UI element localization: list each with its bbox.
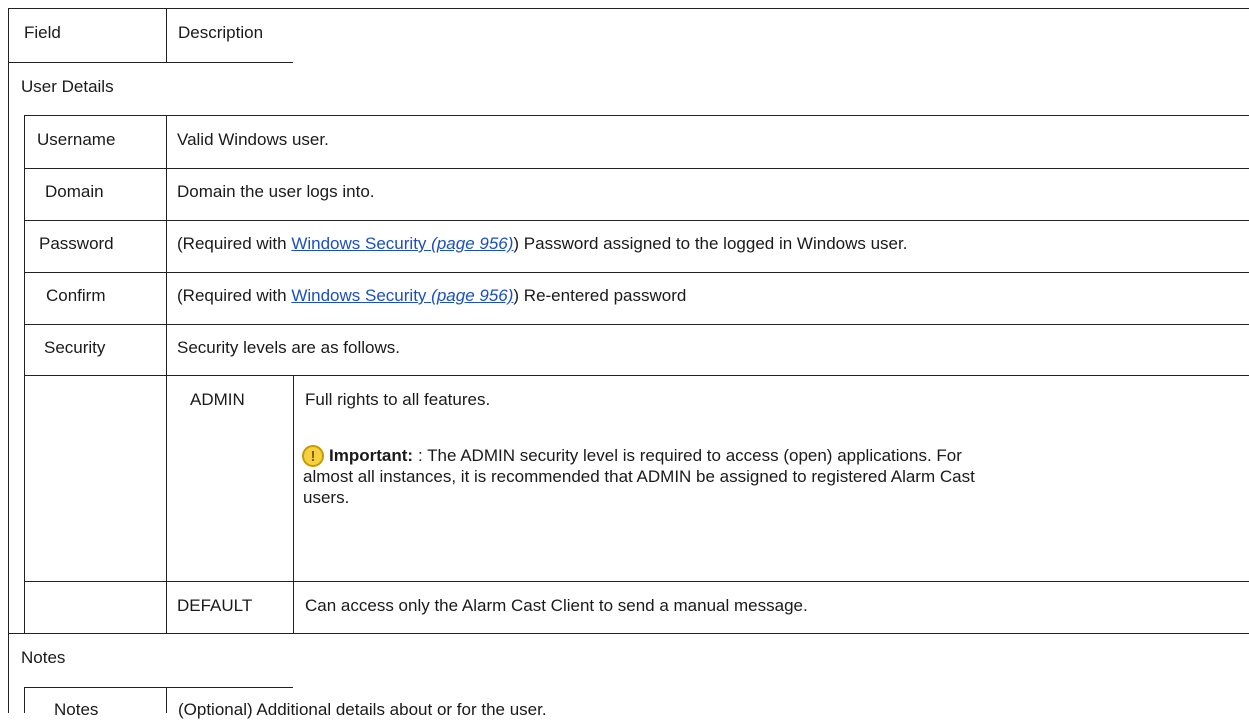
- header-bottom-border: [8, 62, 293, 63]
- row-password-field: Password: [39, 234, 114, 253]
- exclamation-warning-icon: !: [302, 445, 324, 467]
- field-column-divider: [166, 115, 167, 634]
- row-security-field: Security: [44, 338, 106, 357]
- row-admin-level: ADMIN: [190, 390, 245, 409]
- header-column-divider: [166, 8, 167, 63]
- important-label: Important:: [329, 446, 414, 465]
- header-description: Description: [178, 23, 264, 42]
- row-username-field: Username: [37, 130, 116, 149]
- row-username-bottom-border: [24, 168, 1249, 169]
- row-domain-description: Domain the user logs into.: [177, 182, 375, 201]
- important-note-line-2: almost all instances, it is recommended …: [303, 467, 975, 486]
- row-confirm-description: (Required with Windows Security (page 95…: [177, 286, 686, 306]
- row-confirm-field: Confirm: [46, 286, 106, 305]
- section-notes-bottom-border: [24, 687, 293, 688]
- section-notes: Notes: [21, 648, 66, 667]
- windows-security-link-2[interactable]: Windows Security (page 956): [291, 286, 513, 305]
- row-admin-description: Full rights to all features.: [305, 390, 491, 409]
- row-security-bottom-border: [24, 375, 1249, 376]
- row-password-prefix: (Required with: [177, 234, 292, 253]
- indent-left-border: [24, 115, 25, 634]
- row-security-description: Security levels are as follows.: [177, 338, 400, 357]
- row-confirm-suffix: ) Re-entered password: [513, 286, 687, 305]
- row-admin-bottom-border: [24, 581, 1249, 582]
- important-note-line-3: users.: [303, 488, 350, 507]
- section-user-details: User Details: [21, 77, 114, 96]
- row-password-suffix: ) Password assigned to the logged in Win…: [513, 234, 908, 253]
- row-password-description: (Required with Windows Security (page 95…: [177, 234, 907, 254]
- row-default-description: Can access only the Alarm Cast Client to…: [305, 596, 808, 615]
- row-notes-field: Notes: [54, 700, 99, 719]
- table-left-border: [8, 8, 9, 713]
- row-confirm-prefix: (Required with: [177, 286, 292, 305]
- admin-note-inner-divider: [293, 375, 294, 582]
- section-user-details-bottom-border: [24, 115, 1249, 116]
- row-confirm-bottom-border: [24, 324, 1249, 325]
- row-password-bottom-border: [24, 272, 1249, 273]
- notes-field-column-divider: [166, 687, 167, 713]
- row-notes-description: (Optional) Additional details about or f…: [178, 700, 547, 719]
- table-top-border: [8, 8, 1249, 9]
- windows-security-link[interactable]: Windows Security (page 956): [291, 234, 513, 253]
- important-note-line-1: : The ADMIN security level is required t…: [418, 446, 962, 465]
- row-username-description: Valid Windows user.: [177, 130, 329, 149]
- row-default-level: DEFAULT: [177, 596, 253, 615]
- row-domain-bottom-border: [24, 220, 1249, 221]
- row-domain-field: Domain: [45, 182, 104, 201]
- header-field: Field: [24, 23, 61, 42]
- field-description-table: Field Description User Details Username …: [0, 0, 1249, 719]
- row-default-bottom-border: [8, 633, 1249, 634]
- notes-indent-left-border: [24, 687, 25, 713]
